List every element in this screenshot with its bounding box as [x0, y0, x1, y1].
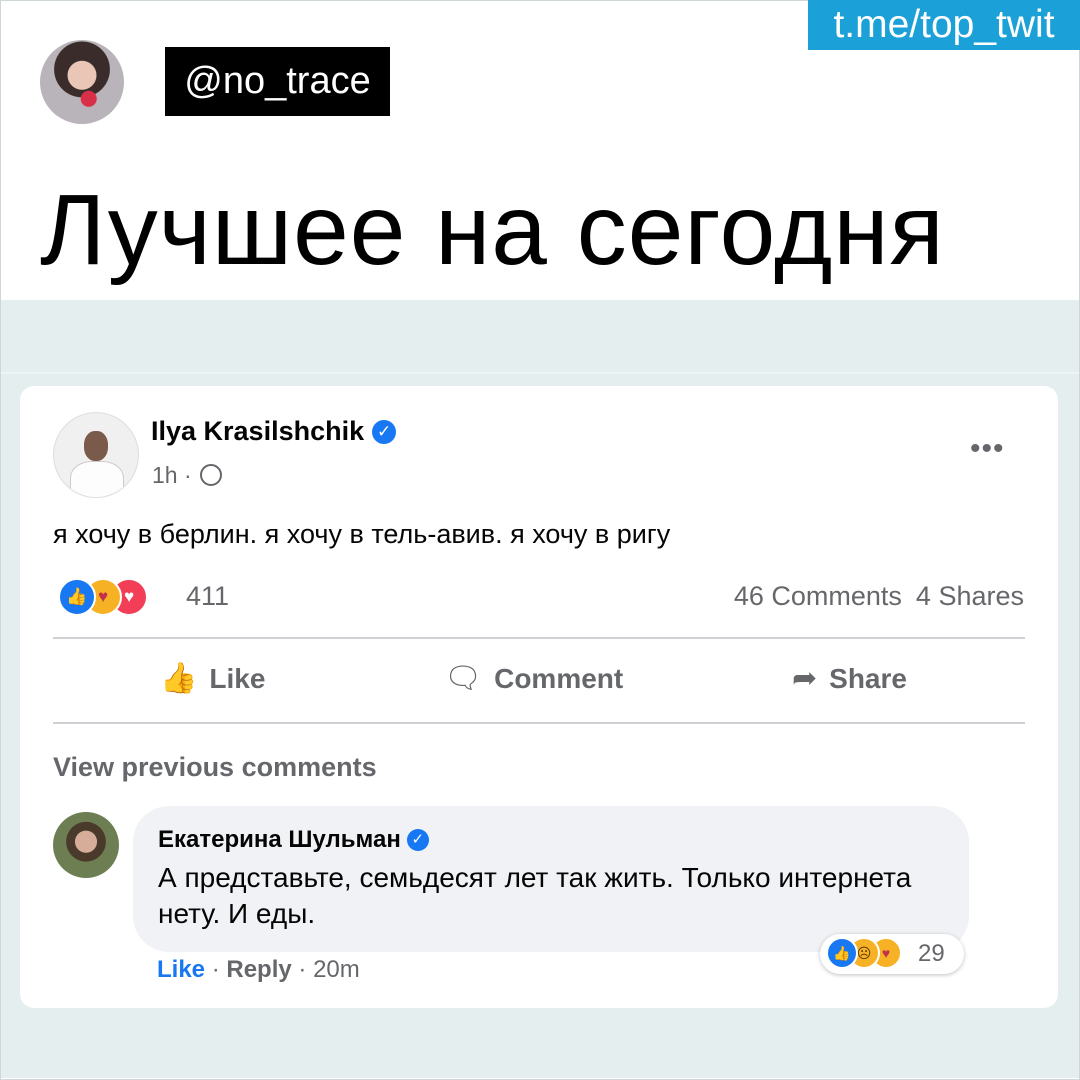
- comment-reply-link[interactable]: Reply: [226, 956, 291, 983]
- author-avatar: [40, 40, 124, 124]
- comment-time[interactable]: 20m: [313, 956, 360, 983]
- avatar-head: [84, 431, 108, 461]
- comments-count[interactable]: 46 Comments: [734, 581, 902, 611]
- commenter-name[interactable]: Екатерина Шульман ✓: [158, 826, 429, 854]
- post-time[interactable]: 1h: [152, 462, 178, 488]
- comment-actions-separator: ·: [211, 956, 220, 983]
- comment-bubble: Екатерина Шульман ✓ А представьте, семьде…: [133, 806, 969, 952]
- feed-band: [1, 372, 1079, 374]
- divider: [53, 637, 1025, 639]
- reactions-count[interactable]: 411: [186, 578, 229, 614]
- share-button[interactable]: ➦ Share: [792, 661, 907, 696]
- commenter-avatar[interactable]: [53, 812, 119, 878]
- post-author-name[interactable]: Ilya Krasilshchik ✓: [151, 416, 397, 447]
- author-handle: @no_trace: [165, 47, 390, 116]
- comment-button-label: Comment: [494, 663, 624, 694]
- like-button-label: Like: [209, 663, 266, 694]
- shares-count[interactable]: 4 Shares: [916, 581, 1024, 611]
- comment-actions-separator: ·: [298, 956, 307, 983]
- post-author-avatar[interactable]: [53, 412, 139, 498]
- verified-badge-icon: ✓: [372, 420, 397, 444]
- post-text: я хочу в берлин. я хочу в тель-авив. я х…: [53, 519, 671, 549]
- comment-button[interactable]: 🗨 Comment: [444, 661, 623, 696]
- post-stats: 46 Comments 4 Shares: [720, 578, 1024, 614]
- like-reaction-icon: 👍: [826, 937, 858, 969]
- headline: Лучшее на сегодня: [40, 174, 945, 286]
- comment-actions: Like · Reply · 20m: [157, 956, 360, 984]
- comment-text: А представьте, семьдесят лет так жить. Т…: [158, 862, 912, 929]
- channel-tag: t.me/top_twit: [808, 0, 1080, 50]
- avatar-body: [70, 461, 124, 497]
- more-dots-icon[interactable]: •••: [970, 432, 1005, 466]
- comment-like-link[interactable]: Like: [157, 956, 205, 983]
- like-button[interactable]: 👍 Like: [160, 661, 265, 696]
- thumbs-up-icon: 👍: [160, 662, 198, 695]
- share-button-label: Share: [829, 663, 907, 694]
- post-meta: 1h ·: [152, 462, 223, 489]
- speech-bubble-icon: 🗨: [444, 662, 483, 695]
- view-previous-comments-link[interactable]: View previous comments: [53, 752, 377, 783]
- commenter-name-text[interactable]: Екатерина Шульман: [158, 826, 401, 853]
- like-reaction-icon: 👍: [58, 578, 96, 616]
- verified-badge-icon: ✓: [406, 829, 429, 851]
- globe-icon: [200, 464, 223, 486]
- share-arrow-icon: ➦: [792, 662, 818, 695]
- comment-reactions[interactable]: 👍 ☹ ♥ 29: [820, 934, 964, 974]
- divider: [53, 722, 1025, 724]
- meta-separator: ·: [183, 462, 192, 488]
- comment-reactions-count: 29: [918, 940, 945, 967]
- post-card: Ilya Krasilshchik ✓ 1h · ••• я хочу в бер…: [20, 386, 1058, 1008]
- post-author-name-text[interactable]: Ilya Krasilshchik: [151, 416, 364, 446]
